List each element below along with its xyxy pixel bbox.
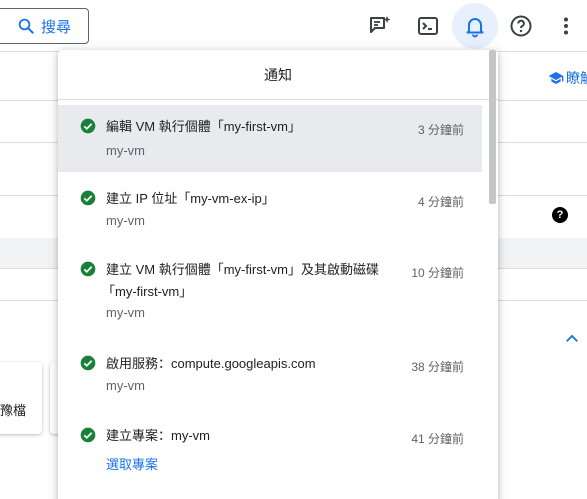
notifications-panel: 通知 編輯 VM 執行個體「my-first-vm」 3 分鐘前 my-vm 建… — [58, 50, 498, 499]
resource-card-label: 豫檔 — [0, 403, 27, 418]
notification-message: 建立專案：my-vm — [106, 428, 210, 443]
more-vert-icon — [564, 17, 568, 35]
notification-message: 啟用服務：compute.googleapis.com — [106, 356, 316, 371]
more-options-button[interactable] — [546, 6, 586, 46]
scrollbar[interactable] — [488, 50, 498, 499]
notification-message-continued: 「my-first-vm」 — [102, 284, 193, 299]
check-circle-icon — [80, 261, 96, 277]
select-project-link[interactable]: 選取專案 — [106, 454, 158, 473]
check-circle-icon — [80, 427, 96, 443]
assistant-icon — [370, 16, 391, 33]
assistant-button[interactable] — [360, 6, 400, 46]
notification-item[interactable]: 啟用服務：compute.googleapis.com 38 分鐘前 my-vm — [58, 342, 482, 404]
notification-time: 10 分鐘前 — [411, 266, 464, 280]
notification-item[interactable]: 建立 IP 位址「my-vm-ex-ip」 4 分鐘前 my-vm — [58, 177, 482, 239]
notification-message: 建立 IP 位址「my-vm-ex-ip」 — [106, 191, 275, 206]
resource-card[interactable]: 豫檔 — [0, 362, 42, 434]
panel-title: 通知 — [58, 50, 498, 100]
check-circle-icon — [80, 355, 96, 371]
learn-link[interactable]: 瞭解 — [548, 68, 587, 88]
notification-time: 38 分鐘前 — [411, 360, 464, 374]
notification-time: 4 分鐘前 — [417, 195, 464, 209]
check-circle-icon — [80, 190, 96, 206]
notification-item[interactable]: 編輯 VM 執行個體「my-first-vm」 3 分鐘前 my-vm — [58, 105, 482, 172]
search-label: 搜尋 — [41, 18, 72, 36]
search-button[interactable]: 搜尋 — [0, 8, 89, 44]
scrollbar-thumb[interactable] — [489, 50, 496, 204]
notification-item[interactable]: 建立 VM 執行個體「my-first-vm」及其啟動磁碟 「my-first-… — [58, 248, 482, 330]
help-badge[interactable]: ? — [552, 207, 568, 223]
notification-project: my-vm — [106, 378, 145, 393]
notification-time: 41 分鐘前 — [411, 432, 464, 446]
search-icon — [18, 18, 34, 34]
learn-link-label: 瞭解 — [566, 70, 587, 86]
notification-project: my-vm — [106, 213, 145, 228]
cloud-shell-button[interactable] — [408, 6, 448, 46]
cloud-shell-icon — [418, 17, 438, 35]
chevron-up-icon[interactable] — [563, 330, 581, 348]
help-icon — [510, 15, 532, 37]
notification-time: 3 分鐘前 — [417, 123, 464, 137]
notification-message: 建立 VM 執行個體「my-first-vm」及其啟動磁碟 — [106, 262, 379, 277]
notification-project: my-vm — [106, 143, 145, 158]
notifications-button[interactable] — [452, 3, 498, 49]
school-icon — [548, 72, 564, 84]
notifications-icon — [466, 18, 484, 38]
notification-message: 編輯 VM 執行個體「my-first-vm」 — [106, 119, 301, 134]
notification-item[interactable]: 建立專案：my-vm 41 分鐘前 選取專案 — [58, 414, 482, 476]
help-button[interactable] — [501, 6, 541, 46]
check-circle-icon — [80, 118, 96, 134]
top-bar: 搜尋 — [0, 0, 587, 52]
notification-project: my-vm — [106, 305, 145, 320]
